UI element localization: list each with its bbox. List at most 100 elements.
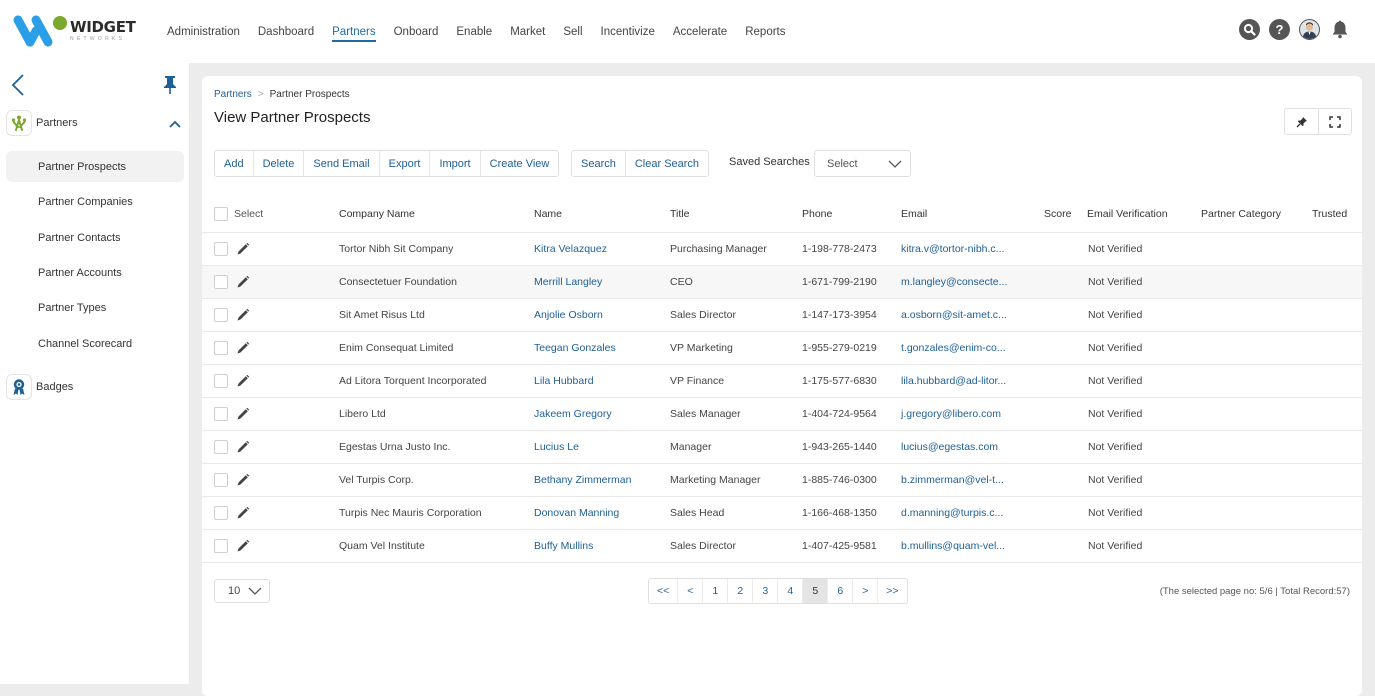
page-button-4[interactable]: 4 <box>777 579 802 603</box>
cell-email-link[interactable]: t.gonzales@enim-co... <box>901 332 1006 364</box>
search-icon[interactable] <box>1239 18 1260 40</box>
cell-name-link[interactable]: Buffy Mullins <box>534 530 593 562</box>
row-checkbox[interactable] <box>214 308 228 322</box>
page-scrollbar[interactable] <box>1362 63 1375 684</box>
column-phone[interactable]: Phone <box>802 196 832 232</box>
help-icon[interactable]: ? <box>1269 18 1290 40</box>
row-checkbox[interactable] <box>214 341 228 355</box>
export-button[interactable]: Export <box>378 151 430 176</box>
sidebar-item-partner-contacts[interactable]: Partner Contacts <box>6 222 184 253</box>
clear-search-button[interactable]: Clear Search <box>624 151 708 176</box>
sidebar-item-partner-accounts[interactable]: Partner Accounts <box>6 257 184 288</box>
edit-pencil-icon[interactable] <box>236 398 250 430</box>
back-chevron-icon[interactable] <box>10 73 26 97</box>
column-title[interactable]: Title <box>670 196 689 232</box>
row-checkbox[interactable] <box>214 473 228 487</box>
page-button-5[interactable]: 5 <box>802 579 828 603</box>
page-button-3[interactable]: 3 <box>752 579 777 603</box>
page-size-select[interactable]: 10 <box>214 579 270 603</box>
cell-name-link[interactable]: Anjolie Osborn <box>534 299 603 331</box>
cell-email-link[interactable]: d.manning@turpis.c... <box>901 497 1003 529</box>
add-button[interactable]: Add <box>215 151 253 176</box>
delete-button[interactable]: Delete <box>252 151 304 176</box>
column-email[interactable]: Email <box>901 196 927 232</box>
cell-email-link[interactable]: b.zimmerman@vel-t... <box>901 464 1004 496</box>
pin-sidebar-icon[interactable] <box>162 75 178 95</box>
create-view-button[interactable]: Create View <box>479 151 559 176</box>
cell-email-link[interactable]: a.osborn@sit-amet.c... <box>901 299 1007 331</box>
prev-page-button[interactable]: < <box>677 579 702 603</box>
first-page-button[interactable]: << <box>649 579 677 603</box>
breadcrumb-partners[interactable]: Partners <box>214 89 252 100</box>
edit-pencil-icon[interactable] <box>236 365 250 397</box>
cell-name-link[interactable]: Jakeem Gregory <box>534 398 612 430</box>
sidebar-item-partner-types[interactable]: Partner Types <box>6 292 184 323</box>
nav-accelerate[interactable]: Accelerate <box>664 0 736 63</box>
column-partner-category[interactable]: Partner Category <box>1201 196 1281 232</box>
row-checkbox[interactable] <box>214 440 228 454</box>
chevron-up-icon[interactable] <box>168 116 182 134</box>
nav-administration[interactable]: Administration <box>158 0 249 63</box>
sidebar-item-partner-prospects[interactable]: Partner Prospects <box>6 151 184 182</box>
row-checkbox[interactable] <box>214 506 228 520</box>
notification-bell-icon[interactable] <box>1329 18 1351 40</box>
widget-networks-logo[interactable]: WIDGET NETWORKS <box>12 13 142 49</box>
nav-sell[interactable]: Sell <box>554 0 591 63</box>
page-button-6[interactable]: 6 <box>827 579 852 603</box>
last-page-button[interactable]: >> <box>877 579 906 603</box>
column-trusted[interactable]: Trusted <box>1312 196 1347 232</box>
row-checkbox[interactable] <box>214 275 228 289</box>
cell-email-link[interactable]: lucius@egestas.com <box>901 431 998 463</box>
cell-name-link[interactable]: Teegan Gonzales <box>534 332 616 364</box>
nav-dashboard[interactable]: Dashboard <box>249 0 323 63</box>
edit-pencil-icon[interactable] <box>236 431 250 463</box>
edit-pencil-icon[interactable] <box>236 464 250 496</box>
pin-icon[interactable] <box>1285 109 1318 134</box>
nav-market[interactable]: Market <box>501 0 554 63</box>
edit-pencil-icon[interactable] <box>236 332 250 364</box>
cell-email-link[interactable]: kitra.v@tortor-nibh.c... <box>901 233 1004 265</box>
cell-name-link[interactable]: Bethany Zimmerman <box>534 464 631 496</box>
edit-pencil-icon[interactable] <box>236 233 250 265</box>
next-page-button[interactable]: > <box>852 579 877 603</box>
column-email-verification[interactable]: Email Verification <box>1087 196 1168 232</box>
fullscreen-icon[interactable] <box>1318 109 1351 134</box>
cell-name-link[interactable]: Merrill Langley <box>534 266 602 298</box>
sidebar-item-partner-companies[interactable]: Partner Companies <box>6 186 184 217</box>
cell-email-link[interactable]: lila.hubbard@ad-litor... <box>901 365 1006 397</box>
import-button[interactable]: Import <box>429 151 479 176</box>
search-button[interactable]: Search <box>572 151 625 176</box>
select-all-checkbox[interactable] <box>214 207 228 221</box>
row-checkbox[interactable] <box>214 539 228 553</box>
edit-pencil-icon[interactable] <box>236 299 250 331</box>
sidebar-item-channel-scorecard[interactable]: Channel Scorecard <box>6 328 184 359</box>
edit-pencil-icon[interactable] <box>236 497 250 529</box>
nav-partners[interactable]: Partners <box>323 0 384 63</box>
sidebar-group-partners[interactable]: Partners <box>6 110 186 136</box>
cell-email-link[interactable]: b.mullins@quam-vel... <box>901 530 1005 562</box>
user-avatar[interactable] <box>1299 18 1320 40</box>
cell-name-link[interactable]: Kitra Velazquez <box>534 233 607 265</box>
row-checkbox[interactable] <box>214 374 228 388</box>
sidebar-group-badges[interactable]: Badges <box>6 374 186 400</box>
send-email-button[interactable]: Send Email <box>303 151 378 176</box>
nav-enable[interactable]: Enable <box>447 0 501 63</box>
edit-pencil-icon[interactable] <box>236 530 250 562</box>
page-button-1[interactable]: 1 <box>702 579 727 603</box>
cell-email-link[interactable]: m.langley@consecte... <box>901 266 1007 298</box>
nav-reports[interactable]: Reports <box>736 0 794 63</box>
row-checkbox[interactable] <box>214 242 228 256</box>
cell-email-link[interactable]: j.gregory@libero.com <box>901 398 1001 430</box>
column-score[interactable]: Score <box>1044 196 1071 232</box>
cell-name-link[interactable]: Lila Hubbard <box>534 365 594 397</box>
row-checkbox[interactable] <box>214 407 228 421</box>
nav-onboard[interactable]: Onboard <box>385 0 448 63</box>
cell-name-link[interactable]: Donovan Manning <box>534 497 619 529</box>
column-name[interactable]: Name <box>534 196 562 232</box>
saved-searches-select[interactable]: Select <box>814 150 911 177</box>
edit-pencil-icon[interactable] <box>236 266 250 298</box>
column-company-name[interactable]: Company Name <box>339 196 415 232</box>
page-button-2[interactable]: 2 <box>727 579 752 603</box>
nav-incentivize[interactable]: Incentivize <box>592 0 664 63</box>
cell-name-link[interactable]: Lucius Le <box>534 431 579 463</box>
